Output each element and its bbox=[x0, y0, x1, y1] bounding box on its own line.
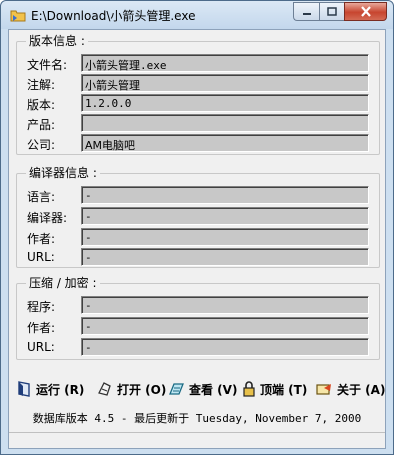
group-title: 版本信息 : bbox=[26, 34, 88, 48]
row-company: 公司: AM电脑吧 bbox=[17, 134, 379, 152]
view-button[interactable]: 查看 (V) bbox=[168, 380, 237, 398]
row-author: 作者: - bbox=[17, 317, 379, 335]
folder-arrow-icon bbox=[10, 10, 26, 22]
run-label: 运行 (R) bbox=[36, 382, 85, 397]
view-icon bbox=[169, 383, 184, 395]
close-icon bbox=[360, 6, 371, 17]
group-title: 压缩 / 加密 : bbox=[26, 276, 100, 290]
field-label: 公司: bbox=[27, 138, 56, 152]
client-area: 版本信息 : 文件名: 小箭头管理.exe 注解: 小箭头管理 版本: 1.2.… bbox=[8, 29, 386, 449]
version-field[interactable]: 1.2.0.0 bbox=[81, 94, 369, 112]
toolbar: 运行 (R) 打开 (O) 查看 (V) 顶端 (T) 关于 (A) bbox=[9, 378, 385, 400]
packer-url-field[interactable]: - bbox=[81, 338, 369, 356]
comment-field[interactable]: 小箭头管理 bbox=[81, 74, 369, 92]
packer-info-group: 压缩 / 加密 : 程序: - 作者: - URL: - bbox=[16, 276, 380, 360]
lock-icon bbox=[243, 381, 255, 397]
program-field[interactable]: - bbox=[81, 296, 369, 314]
field-label: URL: bbox=[27, 250, 55, 264]
url-field[interactable]: - bbox=[81, 248, 369, 266]
about-label: 关于 (A) bbox=[337, 382, 386, 397]
language-field[interactable]: - bbox=[81, 186, 369, 204]
row-compiler: 编译器: - bbox=[17, 207, 379, 225]
field-label: 注解: bbox=[27, 78, 56, 92]
top-button[interactable]: 顶端 (T) bbox=[243, 380, 307, 398]
field-label: 文件名: bbox=[27, 58, 68, 72]
maximize-button[interactable] bbox=[319, 2, 344, 21]
row-product: 产品: bbox=[17, 114, 379, 132]
row-comment: 注解: 小箭头管理 bbox=[17, 74, 379, 92]
minimize-icon bbox=[302, 12, 311, 15]
row-author: 作者: - bbox=[17, 228, 379, 246]
filename-field[interactable]: 小箭头管理.exe bbox=[81, 54, 369, 72]
title-bar[interactable]: E:\Download\小箭头管理.exe bbox=[1, 1, 393, 29]
field-label: 版本: bbox=[27, 98, 56, 112]
top-label: 顶端 (T) bbox=[260, 382, 308, 397]
row-url: URL: - bbox=[17, 248, 379, 266]
author-field[interactable]: - bbox=[81, 228, 369, 246]
field-label: 产品: bbox=[27, 118, 56, 132]
close-button[interactable] bbox=[344, 2, 387, 21]
open-label: 打开 (O) bbox=[117, 382, 167, 397]
about-icon bbox=[316, 384, 331, 395]
field-label: 程序: bbox=[27, 300, 56, 314]
maximize-icon bbox=[327, 7, 337, 16]
view-label: 查看 (V) bbox=[189, 382, 238, 397]
compiler-info-group: 编译器信息 : 语言: - 编译器: - 作者: - URL: - bbox=[16, 166, 380, 268]
database-version-text: 数据库版本 4.5 - 最后更新于 Tuesday, November 7, 2… bbox=[32, 412, 362, 425]
row-filename: 文件名: 小箭头管理.exe bbox=[17, 54, 379, 72]
field-label: 作者: bbox=[27, 321, 56, 335]
status-bar bbox=[9, 432, 385, 448]
about-button[interactable]: 关于 (A) bbox=[316, 380, 385, 398]
run-icon bbox=[18, 381, 30, 397]
product-field[interactable] bbox=[81, 114, 369, 132]
row-program: 程序: - bbox=[17, 296, 379, 314]
field-label: 语言: bbox=[27, 190, 56, 204]
company-field[interactable]: AM电脑吧 bbox=[81, 134, 369, 152]
run-button[interactable]: 运行 (R) bbox=[17, 380, 84, 398]
open-button[interactable]: 打开 (O) bbox=[96, 380, 166, 398]
field-label: URL: bbox=[27, 340, 55, 354]
field-label: 编译器: bbox=[27, 211, 68, 225]
row-version: 版本: 1.2.0.0 bbox=[17, 94, 379, 112]
row-language: 语言: - bbox=[17, 186, 379, 204]
minimize-button[interactable] bbox=[293, 2, 319, 21]
app-window: E:\Download\小箭头管理.exe 版本信息 : 文件名: 小箭头管理.… bbox=[0, 0, 394, 455]
window-title: E:\Download\小箭头管理.exe bbox=[31, 9, 196, 23]
row-url: URL: - bbox=[17, 338, 379, 356]
field-label: 作者: bbox=[27, 232, 56, 246]
packer-author-field[interactable]: - bbox=[81, 317, 369, 335]
group-title: 编译器信息 : bbox=[26, 166, 100, 180]
caption-buttons bbox=[293, 2, 387, 21]
open-icon bbox=[98, 382, 111, 396]
compiler-field[interactable]: - bbox=[81, 207, 369, 225]
version-info-group: 版本信息 : 文件名: 小箭头管理.exe 注解: 小箭头管理 版本: 1.2.… bbox=[16, 34, 380, 155]
